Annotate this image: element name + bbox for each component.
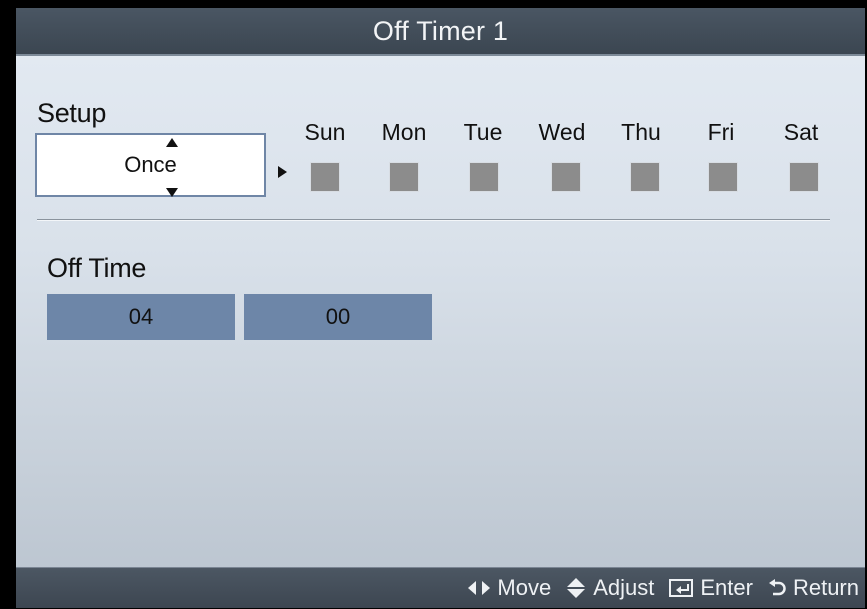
off-time-minute-field[interactable]: 00 [244,294,432,340]
day-checkbox-sun[interactable] [310,162,340,192]
return-icon [768,579,786,596]
day-label-fri: Fri [707,119,735,145]
setup-label: Setup [37,98,107,128]
footer-move: Move [467,575,551,601]
adjust-icon [567,578,586,598]
footer-move-label: Move [497,575,552,600]
day-label-tue: Tue [463,119,503,145]
arrow-right-icon [278,166,287,178]
day-checkbox-tue[interactable] [469,162,499,192]
day-checkbox-thu[interactable] [630,162,660,192]
day-label-mon: Mon [381,119,427,145]
setup-selector[interactable]: Once [35,133,266,197]
tv-screen: Off Timer 1 Setup Once Sun Mon Tue Wed T… [0,0,867,609]
divider [37,219,830,220]
day-label-thu: Thu [621,119,661,145]
arrow-down-icon[interactable] [166,188,178,197]
footer-adjust-label: Adjust [593,575,655,600]
day-label-sun: Sun [304,119,346,145]
setup-value: Once [124,152,177,177]
day-label-wed: Wed [538,119,586,145]
footer-enter-label: Enter [700,575,753,600]
title-bar: Off Timer 1 [16,8,865,56]
dialog-title: Off Timer 1 [372,15,509,46]
day-checkbox-wed[interactable] [551,162,581,192]
day-label-sat: Sat [783,119,819,145]
off-time-label: Off Time [47,253,147,283]
move-icon [468,581,491,595]
enter-icon [669,579,694,597]
footer-adjust: Adjust [565,575,654,601]
footer-bar: Move Adjust Enter Return [16,567,865,608]
off-timer-dialog: Off Timer 1 Setup Once Sun Mon Tue Wed T… [16,8,865,608]
off-time-hour-field[interactable]: 04 [47,294,235,340]
footer-hints: Move Adjust Enter Return [453,568,859,608]
day-checkbox-fri[interactable] [708,162,738,192]
footer-enter: Enter [668,575,753,601]
footer-return-label: Return [792,575,859,600]
day-checkbox-mon[interactable] [389,162,419,192]
day-checkbox-sat[interactable] [789,162,819,192]
arrow-up-icon[interactable] [166,138,178,147]
footer-return: Return [767,575,859,601]
